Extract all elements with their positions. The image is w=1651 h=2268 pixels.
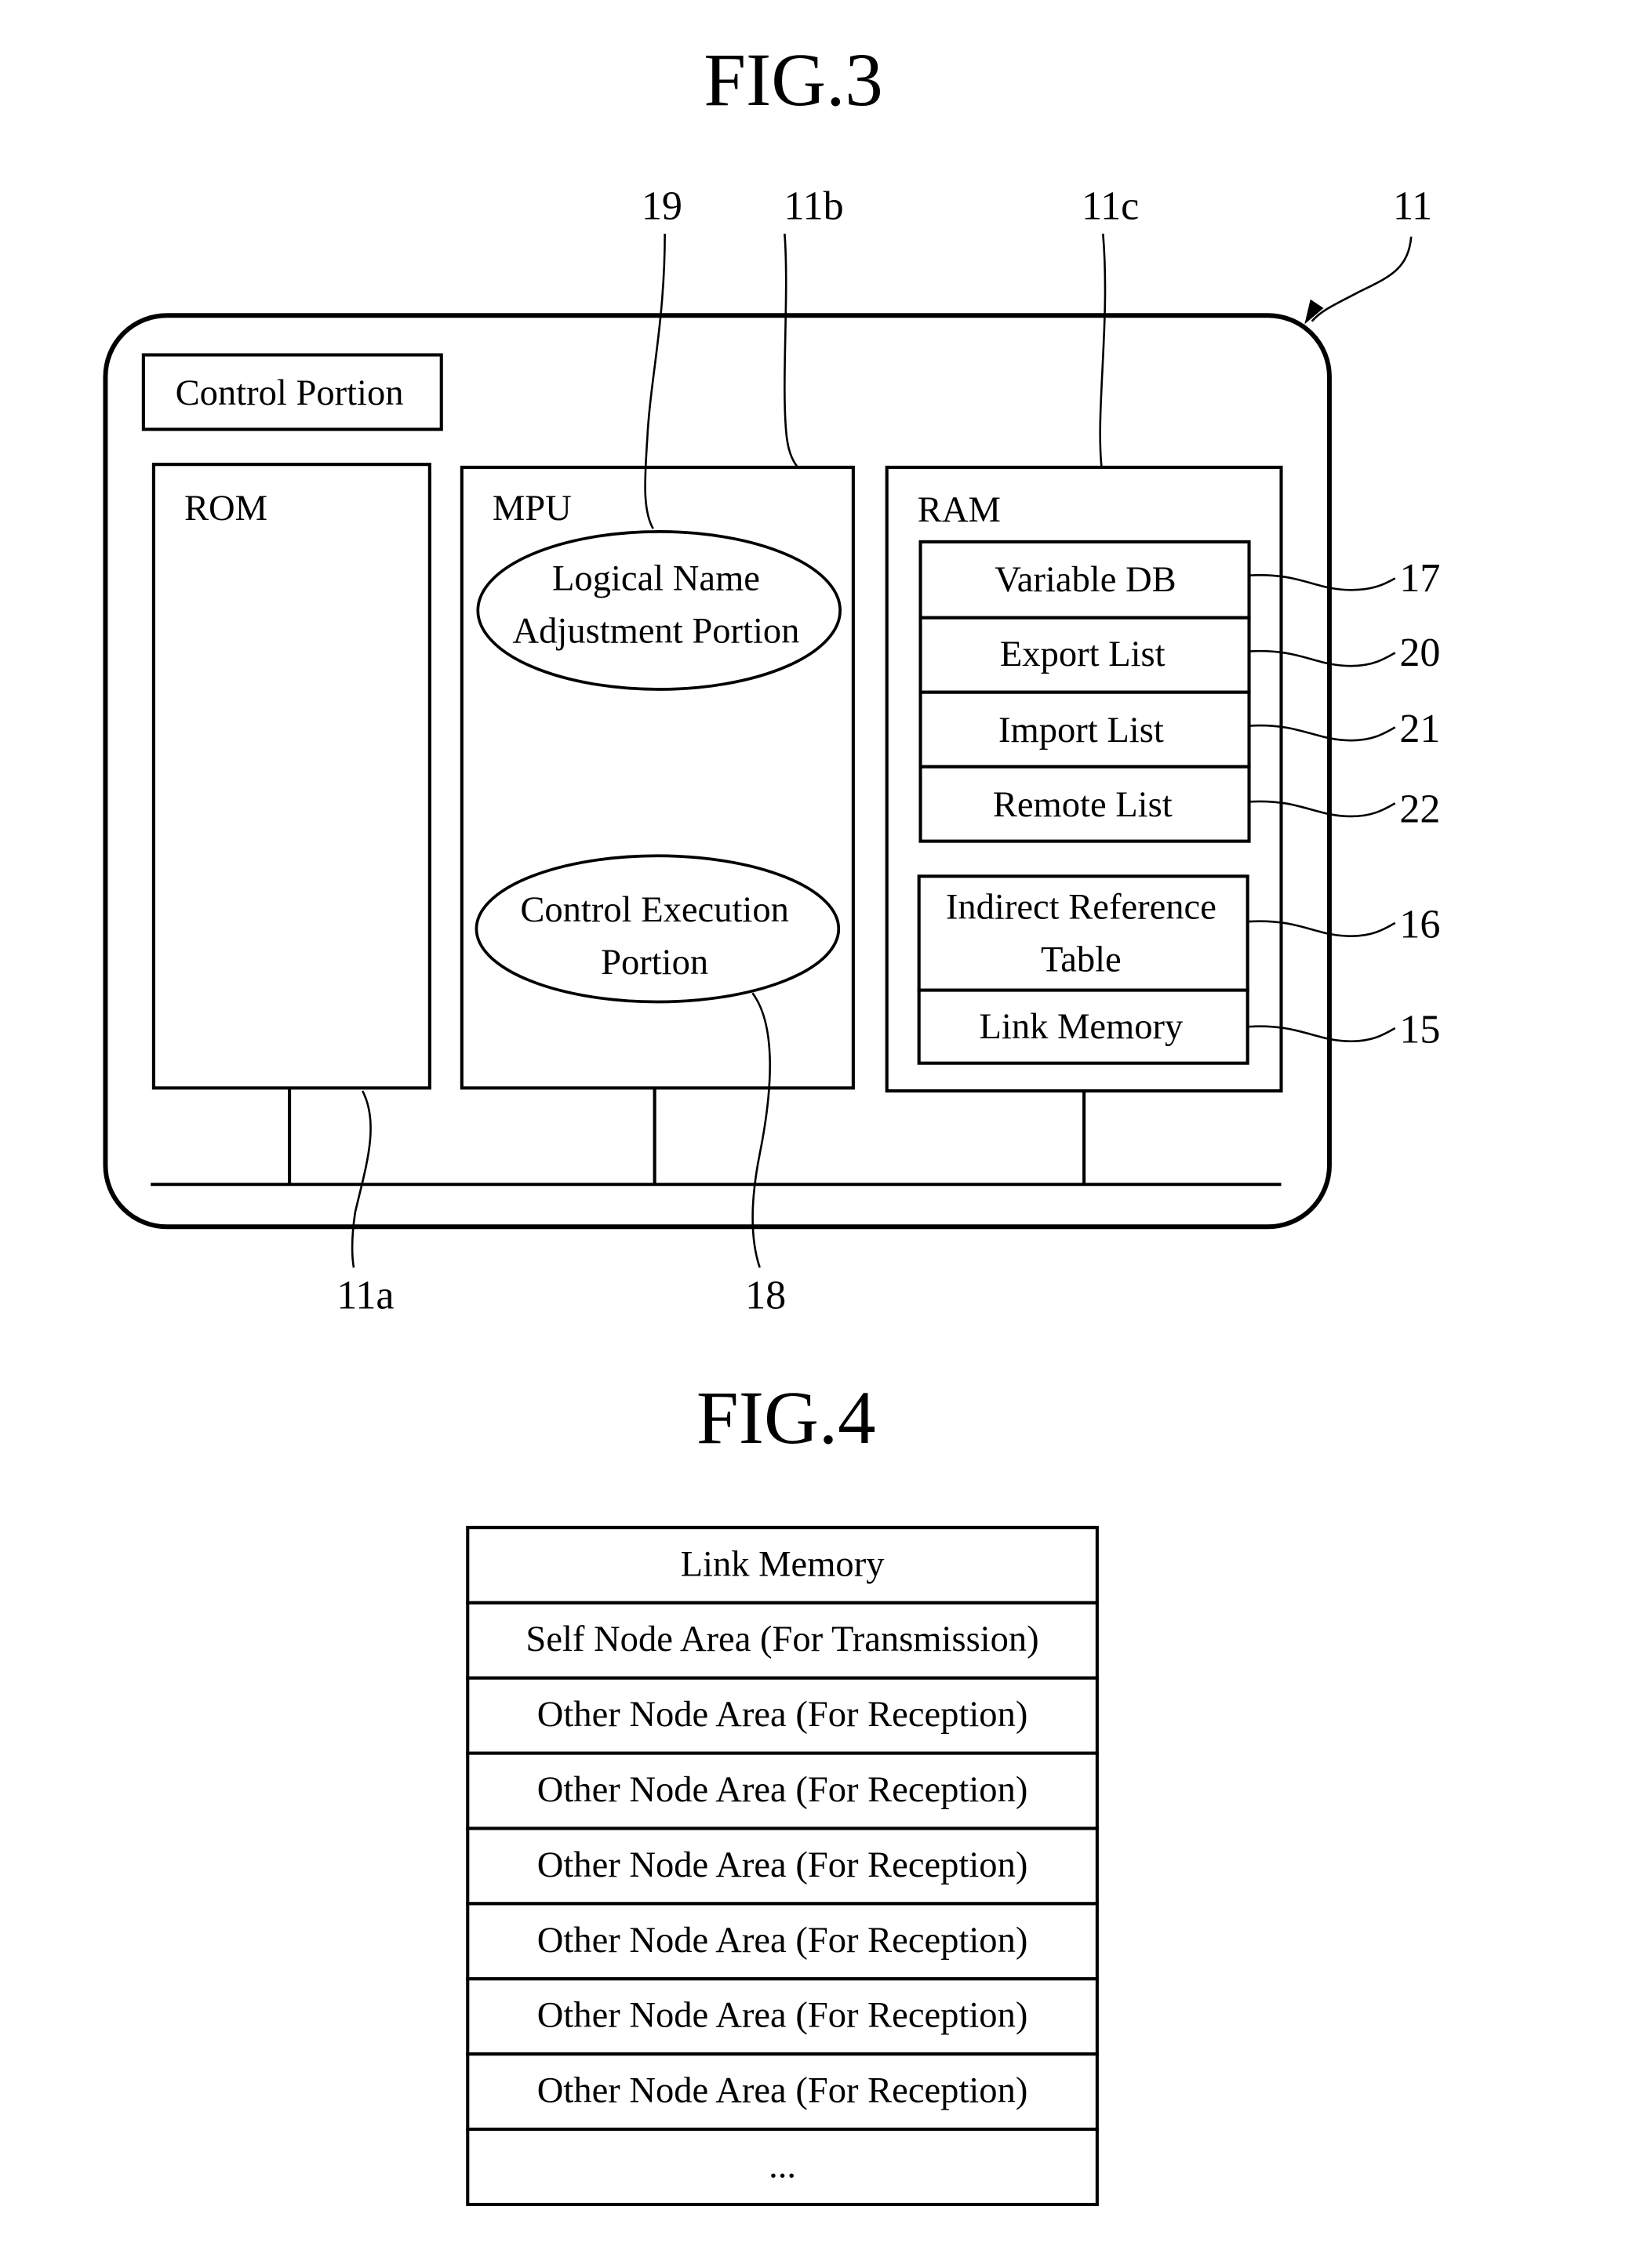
table-header-label: Link Memory	[681, 1544, 886, 1584]
ref-11c-leader	[1099, 233, 1107, 468]
ref-15: 15	[1399, 1008, 1440, 1052]
variable-db-label: Variable DB	[995, 560, 1176, 600]
fig3-title: FIG.3	[704, 38, 883, 122]
logical-name-line2: Adjustment Portion	[513, 611, 800, 651]
control-exec-line1: Control Execution	[520, 890, 789, 930]
patent-figure-sheet: FIG.3 19 11b 11c 11 Control Portion ROM …	[103, 38, 1440, 2207]
ref-19: 19	[642, 184, 682, 228]
control-portion-label: Control Portion	[176, 373, 404, 413]
ref-11a: 11a	[336, 1274, 394, 1318]
remote-list-label: Remote List	[993, 785, 1173, 825]
ref-20: 20	[1399, 631, 1440, 675]
indirect-ref-line2: Table	[1041, 940, 1122, 980]
ref-18: 18	[745, 1274, 786, 1318]
mpu-label: MPU	[493, 489, 572, 529]
indirect-ref-line1: Indirect Reference	[946, 887, 1216, 927]
link-memory-table: Link Memory Self Node Area (For Transmiss…	[466, 1525, 1099, 2207]
rom-block	[151, 463, 431, 1090]
export-list-label: Export List	[1000, 634, 1166, 674]
rom-label: ROM	[184, 489, 267, 529]
ref-11c: 11c	[1082, 184, 1139, 228]
ref-11b: 11b	[784, 184, 843, 228]
table-row-label: Other Node Area (For Reception)	[537, 1695, 1028, 1735]
table-row-label: Other Node Area (For Reception)	[537, 1996, 1028, 2036]
arrow-head-icon	[1304, 299, 1324, 325]
table-row-label: Other Node Area (For Reception)	[537, 1845, 1028, 1885]
ref-11b-leader	[784, 233, 799, 468]
ram-label: RAM	[918, 490, 1001, 530]
fig4-title: FIG.4	[696, 1376, 876, 1459]
link-memory-label: Link Memory	[979, 1007, 1184, 1047]
logical-name-line1: Logical Name	[552, 558, 760, 598]
table-row-label: Other Node Area (For Reception)	[537, 2071, 1028, 2111]
ref-11-leader	[1311, 236, 1413, 322]
table-row-label: ...	[769, 2146, 796, 2186]
ref-22: 22	[1399, 787, 1440, 831]
ref-11: 11	[1393, 184, 1432, 228]
ref-11a-leader	[351, 1090, 372, 1268]
ref-16: 16	[1399, 903, 1440, 947]
control-exec-line2: Portion	[601, 943, 708, 983]
table-row-label: Other Node Area (For Reception)	[537, 1921, 1028, 1961]
table-row-label: Other Node Area (For Reception)	[537, 1770, 1028, 1810]
import-list-label: Import List	[998, 711, 1164, 751]
table-row-label: Self Node Area (For Transmission)	[525, 1619, 1038, 1659]
ref-17: 17	[1399, 556, 1440, 601]
ref-21: 21	[1399, 707, 1440, 751]
